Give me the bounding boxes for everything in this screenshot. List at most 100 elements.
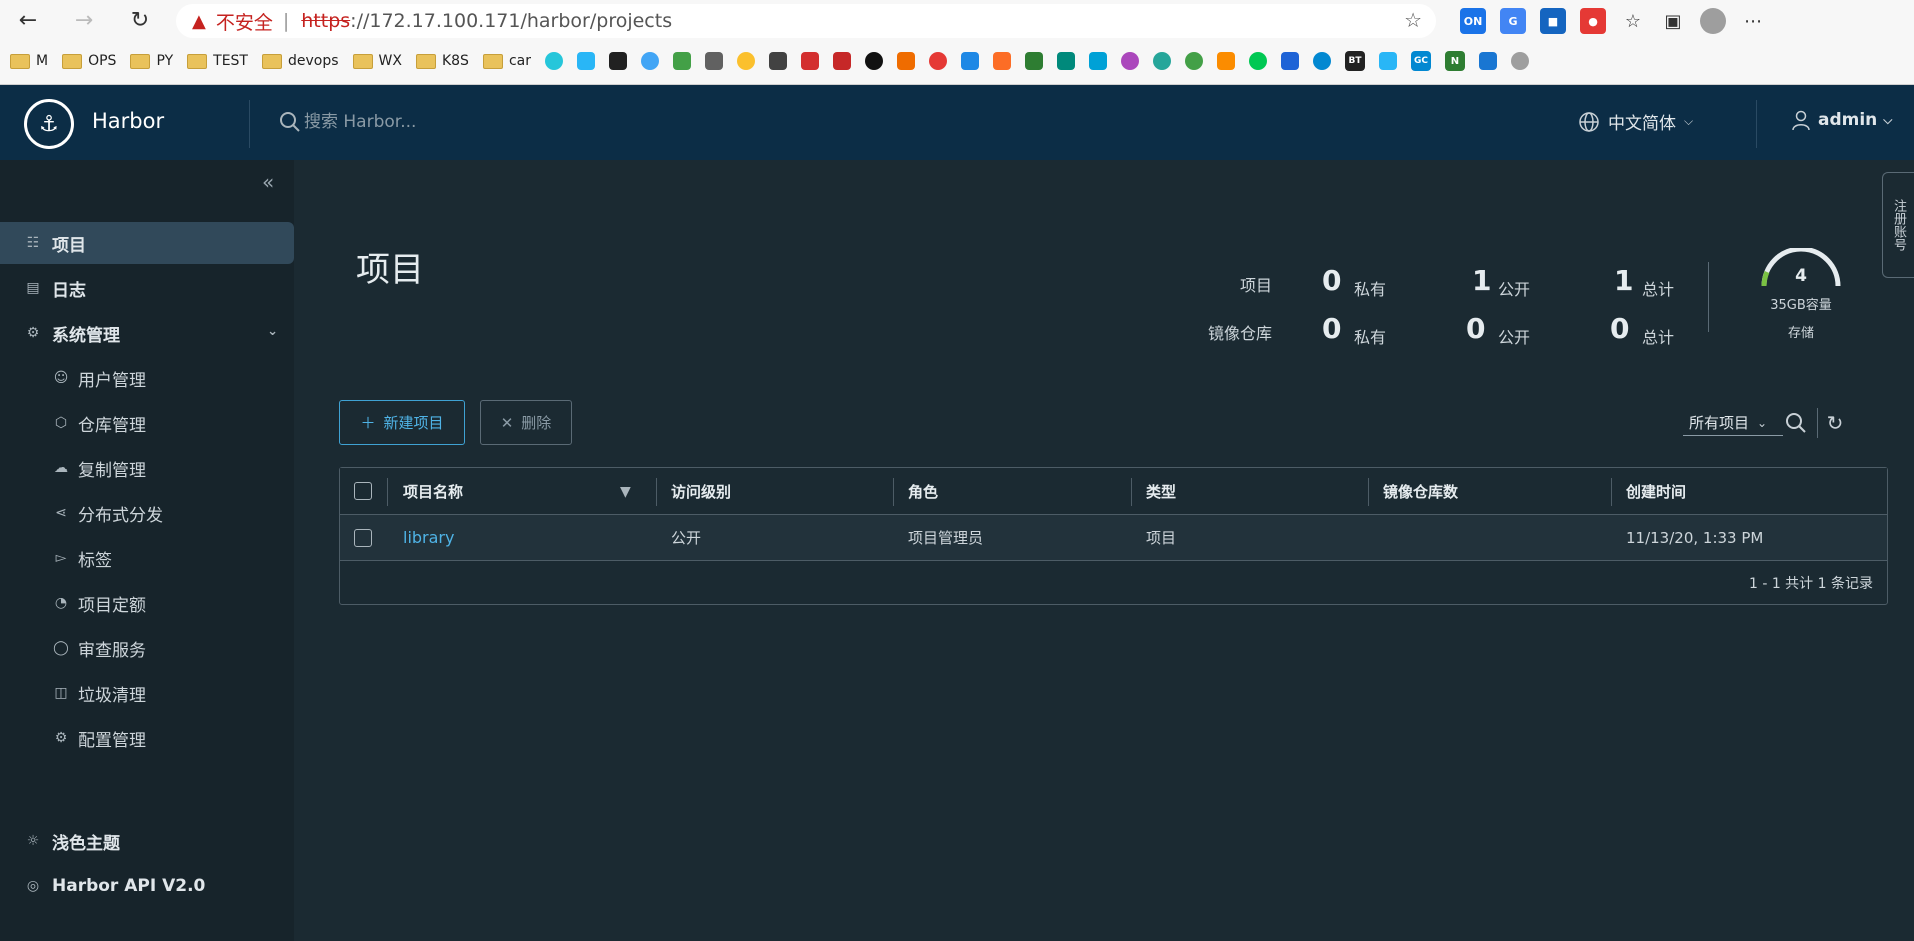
bookmark-site-icon[interactable] — [1120, 52, 1139, 70]
column-header-repo-count[interactable]: 镜像仓库数 — [1383, 468, 1458, 514]
theme-toggle[interactable]: ☼ 浅色主题 — [0, 820, 294, 862]
search-icon[interactable] — [1783, 410, 1809, 436]
extension-red-icon[interactable]: ● — [1580, 8, 1606, 34]
sidebar-item-replications[interactable]: ☁ 复制管理 — [0, 448, 294, 488]
bookmark-site-icon[interactable] — [736, 52, 755, 70]
stat-public-label: 公开 — [1498, 328, 1531, 347]
bookmark-bt-icon[interactable]: BT — [1344, 51, 1365, 71]
bookmark-site-icon[interactable] — [1378, 52, 1397, 70]
sidebar-item-configuration[interactable]: ⚙ 配置管理 — [0, 718, 294, 758]
bookmark-folder[interactable]: devops — [261, 53, 339, 69]
bookmark-folder[interactable]: K8S — [415, 53, 469, 69]
bookmark-folder[interactable]: OPS — [62, 53, 116, 69]
feedback-tab[interactable]: 注册账号 — [1882, 172, 1914, 278]
bookmark-site-icon[interactable] — [1152, 52, 1171, 70]
collections-icon[interactable]: ▣ — [1660, 8, 1686, 34]
chevron-down-icon: ⌵ — [1883, 112, 1893, 127]
extension-blue-icon[interactable]: ■ — [1540, 8, 1566, 34]
bookmark-site-icon[interactable] — [1184, 52, 1203, 70]
delete-button[interactable]: ✕ 删除 — [480, 400, 572, 445]
bookmark-gc-icon[interactable]: GC — [1410, 51, 1431, 71]
storage-gauge: 4 35GB容量 存储 — [1758, 246, 1844, 341]
stat-public-count: 1 — [1472, 264, 1492, 297]
bookmark-folder[interactable]: M — [10, 53, 48, 69]
folder-icon — [187, 53, 208, 69]
reload-button[interactable]: ↻ — [122, 6, 158, 34]
language-selector[interactable]: 中文简体 ⌵ — [1578, 109, 1693, 134]
theme-label: 浅色主题 — [52, 833, 120, 854]
bookmark-folder[interactable]: car — [482, 53, 531, 69]
sidebar-item-quotas[interactable]: ◔ 项目定额 — [0, 583, 294, 623]
bookmark-n-icon[interactable]: N — [1444, 51, 1465, 71]
select-all-checkbox[interactable] — [354, 482, 372, 500]
favorites-icon[interactable]: ☆ — [1620, 8, 1646, 34]
user-menu[interactable]: admin ⌵ — [1790, 109, 1892, 131]
bookmark-site-icon[interactable] — [800, 52, 819, 70]
sidebar-item-gc[interactable]: ◫ 垃圾清理 — [0, 673, 294, 713]
bookmark-site-icon[interactable] — [1056, 52, 1075, 70]
row-checkbox[interactable] — [354, 528, 372, 547]
bookmark-site-icon[interactable] — [896, 52, 915, 70]
github-icon[interactable] — [864, 52, 883, 70]
bookmark-site-icon[interactable] — [960, 52, 979, 70]
more-menu-icon[interactable]: ⋯ — [1740, 8, 1766, 34]
bookmark-folder[interactable]: TEST — [187, 53, 248, 69]
bookmark-site-icon[interactable] — [1312, 52, 1331, 70]
api-explorer-link[interactable]: ◎ Harbor API V2.0 — [0, 865, 294, 907]
brand-name[interactable]: Harbor — [92, 109, 164, 133]
column-header-type[interactable]: 类型 — [1146, 468, 1176, 514]
bookmark-site-icon[interactable] — [928, 52, 947, 70]
sidebar-item-registries[interactable]: ⬡ 仓库管理 — [0, 403, 294, 443]
translate-icon[interactable]: G — [1500, 8, 1526, 34]
sidebar-item-users[interactable]: ☺ 用户管理 — [0, 358, 294, 398]
stat-private-count: 0 — [1322, 312, 1342, 345]
extension-on-icon[interactable]: ON — [1460, 8, 1486, 34]
bilibili-icon[interactable] — [1088, 52, 1107, 70]
bookmark-site-icon[interactable] — [1510, 52, 1529, 70]
sidebar-item-labels[interactable]: ▻ 标签 — [0, 538, 294, 578]
project-name-link[interactable]: library — [403, 528, 454, 547]
address-bar[interactable]: ▲ 不安全 | https ://172.17.100.171/harbor/p… — [176, 4, 1436, 38]
bookmark-site-icon[interactable] — [1280, 52, 1299, 70]
collapse-sidebar-icon[interactable]: « — [262, 170, 274, 194]
bookmark-star-icon[interactable]: ☆ — [1404, 8, 1422, 32]
project-filter-select[interactable]: 所有项目 ⌄ — [1683, 410, 1783, 436]
bookmark-folder[interactable]: PY — [130, 53, 173, 69]
bookmark-site-icon[interactable] — [1216, 52, 1235, 70]
profile-avatar-icon[interactable] — [1700, 8, 1726, 34]
back-button[interactable]: ← — [10, 6, 46, 34]
sidebar-item-interrogation[interactable]: ◯ 审查服务 — [0, 628, 294, 668]
sidebar-item-logs[interactable]: ▤ 日志 — [0, 267, 294, 309]
forward-button[interactable]: → — [66, 6, 102, 34]
bookmark-site-icon[interactable] — [704, 52, 723, 70]
sidebar-item-administration[interactable]: ⚙ 系统管理 ⌄ — [0, 312, 294, 354]
bookmark-site-icon[interactable] — [576, 52, 595, 70]
new-project-button[interactable]: ＋ 新建项目 — [339, 400, 465, 445]
header-divider — [249, 100, 250, 148]
bookmark-folder[interactable]: WX — [352, 53, 402, 69]
column-header-name[interactable]: 项目名称 — [403, 468, 463, 514]
stats-row-repositories: 镜像仓库 0 私有 0 公开 0 总计 — [1180, 312, 1680, 348]
refresh-icon[interactable]: ↻ — [1822, 410, 1848, 436]
sidebar-item-distributions[interactable]: ⋖ 分布式分发 — [0, 493, 294, 533]
projects-icon: ☷ — [26, 235, 40, 251]
stat-total-count: 1 — [1614, 264, 1634, 297]
filter-icon[interactable]: ▼ — [620, 484, 631, 500]
column-header-creation-time[interactable]: 创建时间 — [1626, 468, 1686, 514]
bookmark-site-icon[interactable] — [672, 52, 691, 70]
column-header-access[interactable]: 访问级别 — [671, 468, 731, 514]
bookmark-site-icon[interactable] — [544, 52, 563, 70]
harbor-logo-icon[interactable]: ⚓ — [24, 99, 74, 149]
bookmark-site-icon[interactable] — [768, 52, 787, 70]
global-search-input[interactable] — [304, 107, 604, 137]
gitlab-icon[interactable] — [992, 52, 1011, 70]
sidebar-item-label: 项目 — [52, 235, 86, 256]
sidebar-item-projects[interactable]: ☷ 项目 — [0, 222, 294, 264]
bookmark-site-icon[interactable] — [832, 52, 851, 70]
column-header-role[interactable]: 角色 — [908, 468, 938, 514]
bookmark-site-icon[interactable] — [1478, 52, 1497, 70]
bookmark-site-icon[interactable] — [640, 52, 659, 70]
bookmark-site-icon[interactable] — [1248, 52, 1267, 70]
bookmark-site-icon[interactable] — [1024, 52, 1043, 70]
bookmark-site-icon[interactable] — [608, 52, 627, 70]
